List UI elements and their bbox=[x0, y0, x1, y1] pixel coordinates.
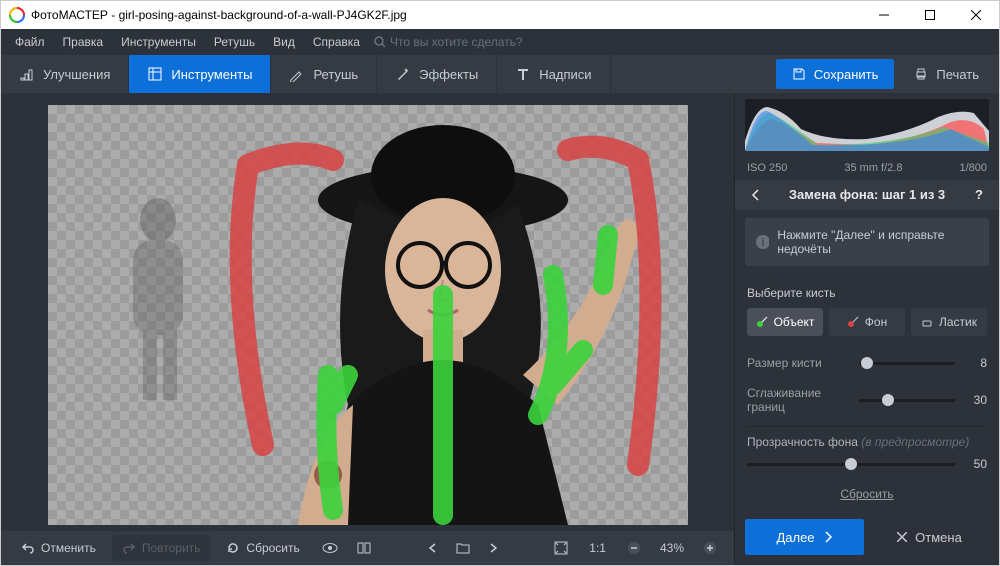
brush-bg-icon bbox=[847, 316, 859, 328]
select-brush-label: Выберите кисть bbox=[747, 286, 987, 300]
side-panel: ISO 250 35 mm f/2.8 1/800 Замена фона: ш… bbox=[734, 93, 999, 565]
reset-link[interactable]: Сбросить bbox=[747, 479, 987, 513]
panel-hint: i Нажмите "Далее" и исправьте недочёты bbox=[745, 218, 989, 266]
brush-object[interactable]: Объект bbox=[747, 308, 823, 336]
main-toolbar: Улучшения Инструменты Ретушь Эффекты Над… bbox=[1, 55, 999, 93]
opacity-slider[interactable]: 50 bbox=[747, 449, 987, 479]
undo-button[interactable]: Отменить bbox=[11, 535, 106, 561]
next-image[interactable] bbox=[479, 534, 507, 562]
cancel-button[interactable]: Отмена bbox=[870, 519, 989, 555]
brush-object-icon bbox=[756, 316, 768, 328]
info-icon: i bbox=[755, 234, 769, 250]
window-close[interactable] bbox=[953, 1, 999, 29]
menu-search[interactable]: Что вы хотите сделать? bbox=[374, 35, 523, 49]
smoothing-slider[interactable]: Сглаживание границ 30 bbox=[747, 378, 987, 422]
exif-focal: 35 mm f/2.8 bbox=[844, 162, 902, 174]
canvas-viewport[interactable] bbox=[1, 93, 734, 531]
window-maximize[interactable] bbox=[907, 1, 953, 29]
panel-title: Замена фона: шаг 1 из 3 bbox=[773, 187, 961, 202]
redo-button: Повторить bbox=[112, 535, 211, 561]
window-titlebar: ФотоМАСТЕР - girl-posing-against-backgro… bbox=[1, 1, 999, 29]
menubar: Файл Правка Инструменты Ретушь Вид Справ… bbox=[1, 29, 999, 55]
brush-size-slider[interactable]: Размер кисти 8 bbox=[747, 348, 987, 378]
panel-header: Замена фона: шаг 1 из 3 ? bbox=[735, 180, 999, 210]
exif-iso: ISO 250 bbox=[747, 162, 787, 174]
preview-toggle[interactable] bbox=[316, 534, 344, 562]
save-button[interactable]: Сохранить bbox=[776, 59, 895, 89]
image-canvas[interactable] bbox=[48, 105, 688, 525]
brush-background[interactable]: Фон bbox=[829, 308, 905, 336]
fit-screen[interactable] bbox=[547, 534, 575, 562]
menu-edit[interactable]: Правка bbox=[55, 31, 112, 53]
panel-help[interactable]: ? bbox=[969, 187, 989, 202]
window-minimize[interactable] bbox=[861, 1, 907, 29]
app-icon bbox=[9, 7, 25, 23]
prev-image[interactable] bbox=[419, 534, 447, 562]
tab-effects[interactable]: Эффекты bbox=[377, 55, 497, 93]
histogram bbox=[735, 93, 999, 158]
reset-button[interactable]: Сбросить bbox=[216, 535, 309, 561]
open-folder[interactable] bbox=[449, 534, 477, 562]
brush-eraser[interactable]: Ластик bbox=[911, 308, 987, 336]
menu-tools[interactable]: Инструменты bbox=[113, 31, 204, 53]
tab-improvements[interactable]: Улучшения bbox=[1, 55, 129, 93]
exif-shutter: 1/800 bbox=[959, 162, 987, 174]
zoom-1to1[interactable]: 1:1 bbox=[581, 535, 614, 561]
zoom-value[interactable]: 43% bbox=[654, 535, 690, 561]
tab-captions[interactable]: Надписи bbox=[497, 55, 610, 93]
print-button[interactable]: Печать bbox=[898, 59, 995, 89]
menu-view[interactable]: Вид bbox=[265, 31, 303, 53]
compare-toggle[interactable] bbox=[350, 534, 378, 562]
zoom-in[interactable] bbox=[696, 534, 724, 562]
window-title: ФотоМАСТЕР - girl-posing-against-backgro… bbox=[31, 8, 861, 22]
bottom-toolbar: Отменить Повторить Сбросить bbox=[1, 531, 734, 565]
tab-tools[interactable]: Инструменты bbox=[129, 55, 271, 93]
zoom-out[interactable] bbox=[620, 534, 648, 562]
tab-retouch[interactable]: Ретушь bbox=[271, 55, 377, 93]
panel-back[interactable] bbox=[745, 189, 765, 201]
menu-file[interactable]: Файл bbox=[7, 31, 53, 53]
close-icon bbox=[897, 532, 907, 542]
menu-retouch[interactable]: Ретушь bbox=[206, 31, 263, 53]
menu-help[interactable]: Справка bbox=[305, 31, 368, 53]
opacity-hint: (в предпросмотре) bbox=[861, 431, 969, 449]
eraser-icon bbox=[921, 316, 933, 328]
nav-group bbox=[419, 534, 507, 562]
svg-text:i: i bbox=[762, 237, 764, 249]
next-button[interactable]: Далее bbox=[745, 519, 864, 555]
opacity-label: Прозрачность фона bbox=[747, 435, 858, 449]
photo-subject bbox=[48, 105, 688, 525]
